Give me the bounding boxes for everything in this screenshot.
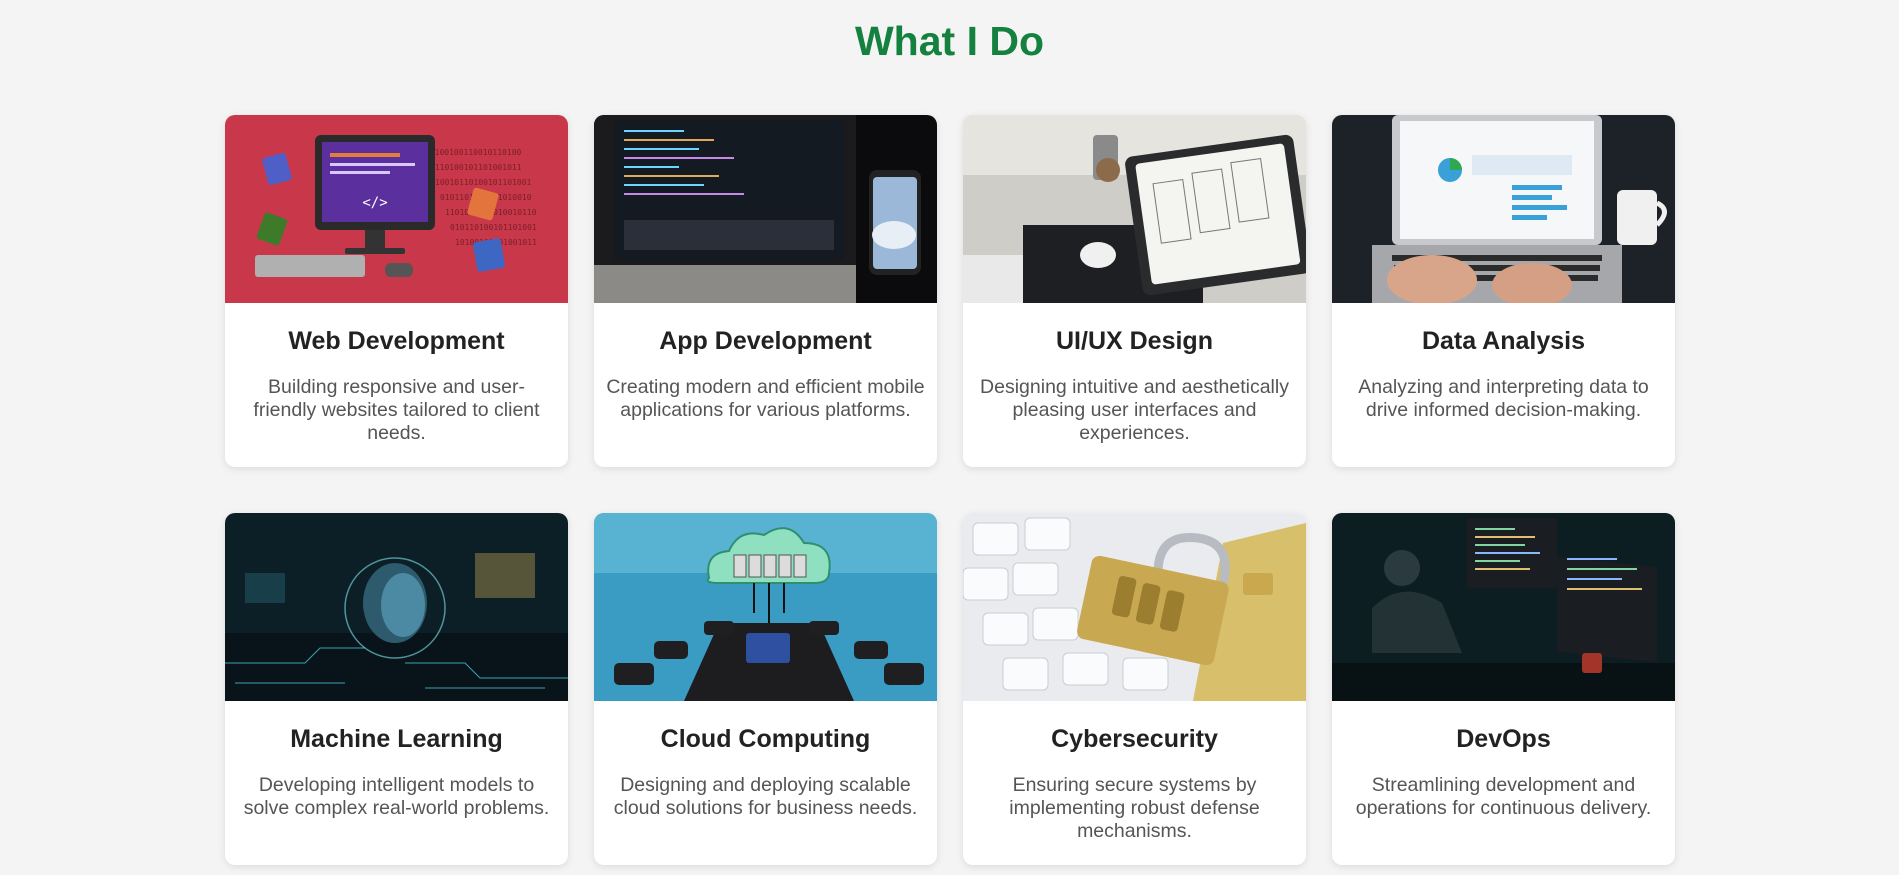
service-description: Ensuring secure systems by implementing …: [1009, 774, 1260, 842]
svg-text:0110100101101001011: 0110100101101001011: [430, 163, 522, 172]
svg-text:10010110100101101001: 10010110100101101001: [435, 178, 532, 187]
service-card-devops[interactable]: DevOps Streamlining development and oper…: [1332, 513, 1675, 865]
service-description: Analyzing and interpreting data to drive…: [1358, 376, 1649, 421]
cloud-computing-image: [594, 513, 937, 701]
service-description: Developing intelligent models to solve c…: [243, 774, 550, 819]
svg-text:010110100101101001: 010110100101101001: [450, 223, 537, 232]
machine-learning-image: [225, 513, 568, 701]
service-title: Cybersecurity: [1051, 725, 1218, 753]
service-card-ui-ux-design[interactable]: UI/UX Design Designing intuitive and aes…: [963, 115, 1306, 467]
devops-image: [1332, 513, 1675, 701]
service-description: Designing intuitive and aesthetically pl…: [980, 376, 1289, 444]
service-description: Designing and deploying scalable cloud s…: [613, 774, 918, 819]
service-card-cloud-computing[interactable]: Cloud Computing Designing and deploying …: [594, 513, 937, 865]
data-analysis-image: [1332, 115, 1675, 303]
service-description: Streamlining development and operations …: [1355, 774, 1652, 819]
service-card-machine-learning[interactable]: Machine Learning Developing intelligent …: [225, 513, 568, 865]
service-title: UI/UX Design: [1056, 327, 1213, 355]
service-card-app-development[interactable]: App Development Creating modern and effi…: [594, 115, 937, 467]
service-title: App Development: [659, 327, 872, 355]
service-card-web-development[interactable]: 10100100110010110100 0110100101101001011…: [225, 115, 568, 467]
web-development-image: 10100100110010110100 0110100101101001011…: [225, 115, 568, 303]
service-title: Machine Learning: [290, 725, 503, 753]
app-development-image: [594, 115, 937, 303]
service-title: Cloud Computing: [660, 725, 871, 753]
section-title: What I Do: [854, 18, 1045, 64]
service-description: Building responsive and user-friendly we…: [253, 376, 540, 444]
ui-ux-design-image: [963, 115, 1306, 303]
svg-text:10100100110010110100: 10100100110010110100: [425, 148, 522, 157]
services-grid: 10100100110010110100 0110100101101001011…: [225, 115, 1675, 865]
service-card-cybersecurity[interactable]: Cybersecurity Ensuring secure systems by…: [963, 513, 1306, 865]
cybersecurity-image: [963, 513, 1306, 701]
service-card-data-analysis[interactable]: Data Analysis Analyzing and interpreting…: [1332, 115, 1675, 467]
service-description: Creating modern and efficient mobile app…: [606, 376, 925, 421]
service-title: Data Analysis: [1421, 327, 1586, 355]
service-title: DevOps: [1456, 725, 1551, 753]
svg-text:</>: </>: [362, 195, 387, 211]
service-title: Web Development: [288, 327, 505, 355]
